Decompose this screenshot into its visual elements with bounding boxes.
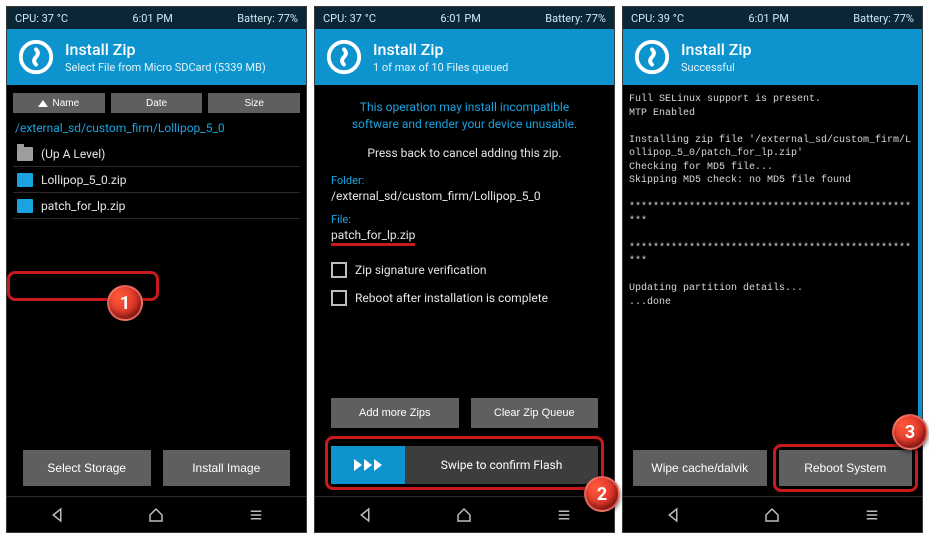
arrow-right-icon: [354, 459, 362, 471]
twrp-header: Install Zip Successful: [623, 29, 922, 85]
info-text: Press back to cancel adding this zip.: [321, 140, 608, 174]
add-more-zips-button[interactable]: Add more Zips: [331, 398, 459, 428]
twrp-logo-icon: [325, 38, 363, 76]
folder-value: /external_sd/custom_firm/Lollipop_5_0: [321, 187, 608, 213]
status-time: 6:01 PM: [748, 12, 788, 25]
sort-size-label: Size: [244, 98, 263, 109]
swipe-handle[interactable]: [331, 446, 405, 484]
status-bar: CPU: 37 °C 6:01 PM Battery: 77%: [315, 7, 614, 29]
zip-file-icon: [17, 199, 33, 213]
nav-back-icon[interactable]: [48, 506, 66, 524]
file-row-label: patch_for_lp.zip: [41, 199, 125, 213]
status-cpu: CPU: 39 °C: [631, 12, 684, 25]
status-bar: CPU: 39 °C 6:01 PM Battery: 77%: [623, 7, 922, 29]
file-row-label: (Up A Level): [41, 147, 105, 161]
arrow-right-icon: [374, 459, 382, 471]
header-subtitle: Select File from Micro SDCard (5339 MB): [65, 61, 266, 74]
nav-menu-icon[interactable]: [863, 506, 881, 524]
checkbox-icon: [331, 262, 347, 278]
select-storage-button[interactable]: Select Storage: [23, 450, 151, 486]
current-path: /external_sd/custom_firm/Lollipop_5_0: [13, 119, 300, 141]
header-title: Install Zip: [65, 40, 266, 59]
status-cpu: CPU: 37 °C: [323, 12, 376, 25]
status-time: 6:01 PM: [132, 12, 172, 25]
callout-badge-2: 2: [584, 476, 620, 512]
twrp-header: Install Zip Select File from Micro SDCar…: [7, 29, 306, 85]
callout-badge-1: 1: [107, 285, 143, 321]
checkbox-icon: [331, 290, 347, 306]
sort-name-label: Name: [52, 98, 79, 109]
wipe-cache-button[interactable]: Wipe cache/dalvik: [633, 450, 767, 486]
file-row-up[interactable]: (Up A Level): [13, 141, 300, 167]
reboot-system-button[interactable]: Reboot System: [779, 450, 913, 486]
header-title: Install Zip: [373, 40, 508, 59]
nav-back-icon[interactable]: [664, 506, 682, 524]
clear-zip-queue-button[interactable]: Clear Zip Queue: [471, 398, 599, 428]
zip-sig-verify-checkbox[interactable]: Zip signature verification: [321, 256, 608, 284]
sort-by-date-button[interactable]: Date: [111, 93, 203, 113]
warning-text: This operation may install incompatible …: [321, 85, 608, 140]
callout-number: 2: [597, 484, 607, 505]
callout-number: 1: [120, 293, 130, 314]
status-battery: Battery: 77%: [237, 12, 298, 25]
header-subtitle: 1 of max of 10 Files queued: [373, 61, 508, 74]
install-image-button[interactable]: Install Image: [163, 450, 291, 486]
nav-home-icon[interactable]: [763, 506, 781, 524]
folder-icon: [17, 147, 33, 161]
status-time: 6:01 PM: [440, 12, 480, 25]
sort-date-label: Date: [146, 98, 167, 109]
swipe-label: Swipe to confirm Flash: [405, 458, 598, 472]
file-value-text: patch_for_lp.zip: [331, 228, 415, 246]
callout-number: 3: [905, 422, 915, 443]
sort-asc-icon: [38, 100, 48, 107]
phone-screen-confirm-flash: CPU: 37 °C 6:01 PM Battery: 77% Install …: [314, 6, 615, 533]
twrp-logo-icon: [17, 38, 55, 76]
sort-row: Name Date Size: [13, 85, 300, 119]
file-row-2[interactable]: patch_for_lp.zip: [13, 193, 300, 219]
nav-bar: [7, 496, 306, 532]
checkbox-label: Zip signature verification: [355, 263, 487, 277]
file-value: patch_for_lp.zip: [321, 226, 608, 256]
install-log-console: Full SELinux support is present. MTP Ena…: [623, 85, 922, 444]
swipe-to-flash-slider[interactable]: Swipe to confirm Flash: [331, 446, 598, 484]
status-battery: Battery: 77%: [853, 12, 914, 25]
status-battery: Battery: 77%: [545, 12, 606, 25]
twrp-logo-icon: [633, 38, 671, 76]
sort-by-size-button[interactable]: Size: [208, 93, 300, 113]
nav-bar: [315, 496, 614, 532]
nav-menu-icon[interactable]: [247, 506, 265, 524]
nav-home-icon[interactable]: [147, 506, 165, 524]
status-cpu: CPU: 37 °C: [15, 12, 68, 25]
nav-menu-icon[interactable]: [555, 506, 573, 524]
nav-home-icon[interactable]: [455, 506, 473, 524]
phone-screen-install-log: CPU: 39 °C 6:01 PM Battery: 77% Install …: [622, 6, 923, 533]
file-label: File:: [321, 213, 608, 226]
header-title: Install Zip: [681, 40, 751, 59]
sort-by-name-button[interactable]: Name: [13, 93, 105, 113]
callout-badge-3: 3: [892, 414, 928, 450]
header-subtitle: Successful: [681, 61, 751, 74]
checkbox-label: Reboot after installation is complete: [355, 291, 548, 305]
nav-bar: [623, 496, 922, 532]
arrow-right-icon: [364, 459, 372, 471]
twrp-header: Install Zip 1 of max of 10 Files queued: [315, 29, 614, 85]
nav-back-icon[interactable]: [356, 506, 374, 524]
zip-file-icon: [17, 173, 33, 187]
file-row-1[interactable]: Lollipop_5_0.zip: [13, 167, 300, 193]
file-row-label: Lollipop_5_0.zip: [41, 173, 126, 187]
phone-screen-file-select: CPU: 37 °C 6:01 PM Battery: 77% Install …: [6, 6, 307, 533]
status-bar: CPU: 37 °C 6:01 PM Battery: 77%: [7, 7, 306, 29]
reboot-after-checkbox[interactable]: Reboot after installation is complete: [321, 284, 608, 312]
folder-label: Folder:: [321, 174, 608, 187]
